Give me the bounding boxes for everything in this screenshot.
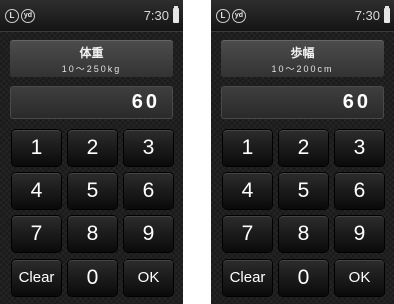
field-title-box: 体重 10〜250kg	[10, 40, 173, 77]
ok-button[interactable]: OK	[124, 260, 173, 296]
key-2[interactable]: 2	[68, 130, 117, 166]
clear-button[interactable]: Clear	[12, 260, 61, 296]
battery-icon	[384, 6, 390, 23]
status-bar: L yd 7:30	[211, 0, 394, 32]
key-7[interactable]: 7	[12, 216, 61, 252]
key-7[interactable]: 7	[223, 216, 272, 252]
key-6[interactable]: 6	[124, 173, 173, 209]
key-1[interactable]: 1	[12, 130, 61, 166]
key-1[interactable]: 1	[223, 130, 272, 166]
field-range: 10〜200cm	[271, 64, 334, 74]
status-bar: L yd 7:30	[0, 0, 183, 32]
key-9[interactable]: 9	[335, 216, 384, 252]
l-status-icon: L	[5, 9, 19, 23]
clock: 7:30	[354, 8, 380, 23]
key-3[interactable]: 3	[124, 130, 173, 166]
clock: 7:30	[143, 8, 169, 23]
value-text: 60	[342, 91, 371, 113]
field-title: 歩幅	[290, 46, 315, 60]
battery-icon	[173, 6, 179, 23]
value-display: 60	[10, 86, 173, 119]
key-3[interactable]: 3	[335, 130, 384, 166]
ok-button[interactable]: OK	[335, 260, 384, 296]
key-9[interactable]: 9	[124, 216, 173, 252]
stride-input-screen: L yd 7:30 歩幅 10〜200cm 60 1 2 3 4 5 6 7 8…	[211, 0, 394, 304]
key-0[interactable]: 0	[68, 260, 117, 296]
l-status-icon: L	[216, 9, 230, 23]
yd-status-icon: yd	[232, 9, 246, 23]
key-5[interactable]: 5	[279, 173, 328, 209]
key-4[interactable]: 4	[223, 173, 272, 209]
value-display: 60	[221, 86, 384, 119]
key-4[interactable]: 4	[12, 173, 61, 209]
weight-input-screen: L yd 7:30 体重 10〜250kg 60 1 2 3 4 5 6 7 8…	[0, 0, 183, 304]
yd-status-icon: yd	[21, 9, 35, 23]
clear-button[interactable]: Clear	[223, 260, 272, 296]
key-2[interactable]: 2	[279, 130, 328, 166]
key-0[interactable]: 0	[279, 260, 328, 296]
field-range: 10〜250kg	[61, 64, 122, 74]
key-8[interactable]: 8	[279, 216, 328, 252]
value-text: 60	[131, 91, 160, 113]
key-6[interactable]: 6	[335, 173, 384, 209]
key-5[interactable]: 5	[68, 173, 117, 209]
field-title-box: 歩幅 10〜200cm	[221, 40, 384, 77]
key-8[interactable]: 8	[68, 216, 117, 252]
field-title: 体重	[79, 46, 104, 60]
